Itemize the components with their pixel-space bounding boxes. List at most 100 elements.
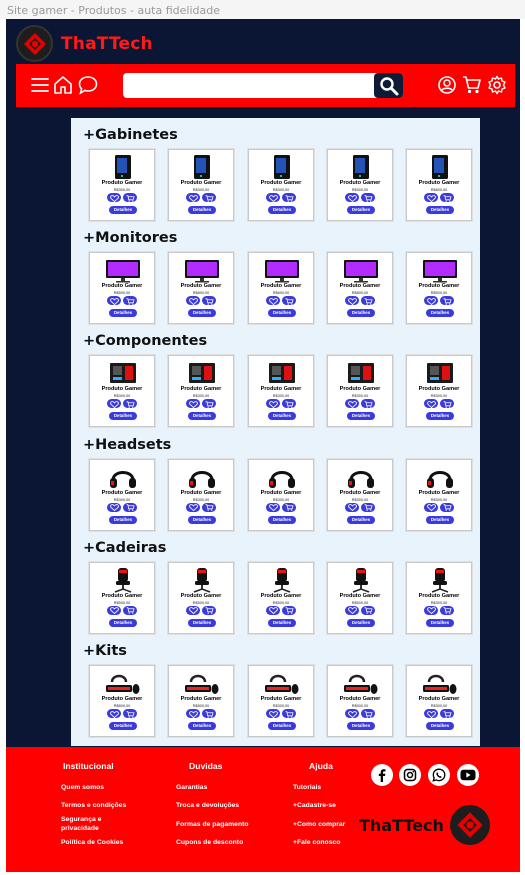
product-card[interactable]: Produto Gamer R$300,00 Detalhes [248, 149, 314, 221]
favorite-button[interactable] [266, 193, 280, 202]
user-icon[interactable] [437, 75, 457, 95]
search-input[interactable] [123, 73, 403, 98]
add-to-cart-button[interactable] [123, 605, 137, 615]
product-card[interactable]: Produto Gamer R$800,00 Detalhes [168, 252, 234, 325]
footer-brand[interactable]: ThaTTech [359, 805, 490, 845]
details-button[interactable]: Detalhes [268, 722, 296, 730]
product-card[interactable]: Produto Gamer R$300,00 Detalhes [248, 458, 314, 531]
add-to-cart-button[interactable] [282, 193, 296, 202]
add-to-cart-button[interactable] [123, 399, 137, 409]
details-button[interactable]: Detalhes [426, 412, 454, 421]
add-to-cart-button[interactable] [440, 502, 454, 512]
category-title[interactable]: +Componentes [83, 333, 207, 349]
add-to-cart-button[interactable] [361, 605, 375, 615]
add-to-cart-button[interactable] [361, 502, 375, 512]
product-image[interactable] [263, 567, 301, 593]
brand[interactable]: ThaTTech [16, 25, 153, 62]
footer-link[interactable]: Cupons de desconto [176, 839, 266, 846]
product-image[interactable] [183, 464, 221, 490]
footer-link[interactable]: Tutoriais [293, 784, 353, 791]
product-image[interactable] [104, 257, 142, 283]
favorite-button[interactable] [266, 709, 280, 718]
product-image[interactable] [183, 360, 221, 386]
add-to-cart-button[interactable] [282, 502, 296, 512]
product-image[interactable] [263, 464, 301, 490]
add-to-cart-button[interactable] [361, 296, 375, 306]
add-to-cart-button[interactable] [123, 709, 137, 718]
add-to-cart-button[interactable] [202, 502, 216, 512]
product-image[interactable] [263, 257, 301, 283]
details-button[interactable]: Detalhes [109, 309, 137, 318]
product-image[interactable] [342, 567, 380, 593]
details-button[interactable]: Detalhes [188, 309, 216, 318]
menu-icon[interactable] [30, 75, 50, 95]
add-to-cart-button[interactable] [440, 296, 454, 306]
product-card[interactable]: Produto Gamer R$800,00 Detalhes [327, 252, 393, 325]
favorite-button[interactable] [345, 399, 359, 409]
details-button[interactable]: Detalhes [426, 309, 454, 318]
favorite-button[interactable] [424, 193, 438, 202]
category-title[interactable]: +Gabinetes [83, 127, 178, 143]
details-button[interactable]: Detalhes [188, 412, 216, 421]
add-to-cart-button[interactable] [282, 399, 296, 409]
favorite-button[interactable] [345, 193, 359, 202]
details-button[interactable]: Detalhes [188, 206, 216, 214]
details-button[interactable]: Detalhes [109, 722, 137, 730]
category-title[interactable]: +Kits [83, 643, 127, 659]
add-to-cart-button[interactable] [440, 605, 454, 615]
favorite-button[interactable] [266, 296, 280, 306]
favorite-button[interactable] [107, 193, 121, 202]
product-image[interactable] [104, 154, 142, 180]
whatsapp-icon[interactable] [428, 764, 450, 786]
product-image[interactable] [104, 670, 142, 696]
category-title[interactable]: +Cadeiras [83, 540, 166, 556]
favorite-button[interactable] [107, 709, 121, 718]
favorite-button[interactable] [186, 502, 200, 512]
product-card[interactable]: Produto Gamer R$300,00 Detalhes [248, 665, 314, 737]
favorite-button[interactable] [186, 605, 200, 615]
product-image[interactable] [342, 670, 380, 696]
favorite-button[interactable] [186, 193, 200, 202]
product-image[interactable] [183, 154, 221, 180]
product-card[interactable]: Produto Gamer R$500,00 Detalhes [89, 252, 155, 325]
product-card[interactable]: Produto Gamer R$300,00 Detalhes [89, 355, 155, 428]
details-button[interactable]: Detalhes [347, 618, 375, 627]
add-to-cart-button[interactable] [282, 296, 296, 306]
product-image[interactable] [263, 670, 301, 696]
product-image[interactable] [183, 257, 221, 283]
details-button[interactable]: Detalhes [347, 309, 375, 318]
product-image[interactable] [104, 360, 142, 386]
details-button[interactable]: Detalhes [268, 412, 296, 421]
footer-link[interactable]: Política de Cookies [61, 839, 136, 846]
add-to-cart-button[interactable] [123, 296, 137, 306]
details-button[interactable]: Detalhes [268, 515, 296, 524]
footer-link[interactable]: +Cadastre-se [293, 802, 363, 809]
instagram-icon[interactable] [399, 764, 421, 786]
favorite-button[interactable] [107, 502, 121, 512]
product-image[interactable] [342, 464, 380, 490]
product-card[interactable]: Produto Gamer R$800,00 Detalhes [406, 149, 472, 221]
footer-link[interactable]: Quem somos [61, 784, 131, 791]
footer-link[interactable]: +Como comprar [293, 821, 363, 828]
settings-icon[interactable] [487, 75, 507, 95]
product-card[interactable]: Produto Gamer R$300,00 Detalhes [89, 458, 155, 531]
product-card[interactable]: Produto Gamer R$300,00 Detalhes [168, 149, 234, 221]
category-title[interactable]: +Headsets [83, 437, 171, 453]
details-button[interactable]: Detalhes [188, 618, 216, 627]
details-button[interactable]: Detalhes [268, 206, 296, 214]
favorite-button[interactable] [266, 605, 280, 615]
details-button[interactable]: Detalhes [109, 412, 137, 421]
details-button[interactable]: Detalhes [347, 412, 375, 421]
facebook-icon[interactable] [371, 764, 393, 786]
add-to-cart-button[interactable] [282, 605, 296, 615]
footer-link[interactable]: Troca e devoluções [176, 802, 256, 809]
product-card[interactable]: Produto Gamer R$300,00 Detalhes [327, 458, 393, 531]
details-button[interactable]: Detalhes [426, 515, 454, 524]
details-button[interactable]: Detalhes [268, 618, 296, 627]
product-card[interactable]: Produto Gamer R$500,00 Detalhes [406, 252, 472, 325]
add-to-cart-button[interactable] [202, 296, 216, 306]
product-image[interactable] [104, 464, 142, 490]
product-card[interactable]: Produto Gamer R$300,00 Detalhes [406, 355, 472, 428]
product-image[interactable] [421, 257, 459, 283]
product-image[interactable] [342, 257, 380, 283]
